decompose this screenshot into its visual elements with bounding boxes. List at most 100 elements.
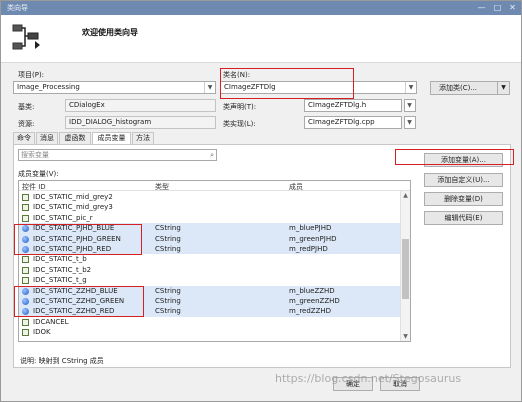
list-item[interactable]: IDC_STATIC_ZZHD_GREEN CString m_greenZZHD bbox=[19, 296, 400, 307]
member-variable-icon bbox=[22, 225, 29, 233]
control-id-cell: IDC_STATIC_mid_grey3 bbox=[33, 203, 113, 212]
base-class-label: 基类: bbox=[18, 103, 35, 111]
search-input[interactable]: 搜索变量 ⌕ bbox=[18, 149, 217, 161]
scroll-down-icon[interactable]: ▼ bbox=[401, 332, 410, 341]
column-header-type[interactable]: 类型 bbox=[155, 182, 169, 192]
list-item[interactable]: IDC_STATIC_PJHD_BLUE CString m_bluePJHD bbox=[19, 223, 400, 234]
type-cell: CString bbox=[155, 234, 181, 243]
type-cell: CString bbox=[155, 224, 181, 233]
member-variable-icon bbox=[22, 235, 29, 243]
class-impl-label: 类实现(L): bbox=[223, 120, 256, 128]
tab-virtual-functions[interactable]: 虚函数 bbox=[59, 132, 91, 144]
tab-commands[interactable]: 命令 bbox=[13, 132, 35, 144]
control-icon bbox=[22, 214, 29, 222]
control-id-cell: IDC_STATIC_ZZHD_RED bbox=[33, 307, 115, 316]
list-item[interactable]: IDC_STATIC_t_b2 bbox=[19, 265, 400, 275]
search-placeholder: 搜索变量 bbox=[21, 151, 49, 159]
control-id-cell: IDC_STATIC_PJHD_GREEN bbox=[33, 234, 121, 243]
control-id-cell: IDC_STATIC_PJHD_BLUE bbox=[33, 224, 115, 233]
add-class-label: 添加类(C)... bbox=[439, 84, 478, 92]
control-id-cell: IDC_STATIC_PJHD_RED bbox=[33, 245, 112, 253]
control-id-cell: IDC_STATIC_t_b bbox=[33, 255, 87, 264]
type-cell: CString bbox=[155, 307, 181, 316]
column-header-member[interactable]: 成员 bbox=[289, 182, 303, 192]
class-decl-dropdown[interactable]: ▼ bbox=[404, 99, 416, 112]
window-title: 类向导 bbox=[7, 4, 28, 12]
classname-value: CImageZFTDlg bbox=[224, 83, 276, 91]
control-icon bbox=[22, 256, 29, 264]
cancel-button[interactable]: 取消 bbox=[380, 377, 420, 391]
classname-combo[interactable]: CImageZFTDlg ▼ bbox=[220, 81, 417, 94]
class-decl-label: 类声明(T): bbox=[223, 103, 257, 111]
class-decl-field[interactable]: CImageZFTDlg.h bbox=[304, 99, 402, 112]
member-cell: m_redZZHD bbox=[289, 307, 332, 316]
control-id-cell: IDC_STATIC_ZZHD_BLUE bbox=[33, 286, 118, 295]
list-item[interactable]: IDC_STATIC_PJHD_RED CString m_redPJHD bbox=[19, 244, 400, 255]
column-header-id[interactable]: 控件 ID bbox=[22, 182, 46, 192]
chevron-down-icon[interactable]: ▼ bbox=[405, 117, 415, 128]
add-custom-button[interactable]: 添加自定义(U)... bbox=[424, 173, 503, 187]
list-item[interactable]: IDCANCEL bbox=[19, 317, 400, 327]
list-item[interactable]: IDC_STATIC_pic_r bbox=[19, 213, 400, 223]
control-icon bbox=[22, 194, 29, 201]
title-bar[interactable]: 类向导 — □ ✕ bbox=[1, 1, 521, 15]
list-item[interactable]: IDC_STATIC_t_b bbox=[19, 254, 400, 264]
control-icon bbox=[22, 329, 29, 337]
type-cell: CString bbox=[155, 245, 181, 253]
project-combo[interactable]: Image_Processing ▼ bbox=[13, 81, 216, 94]
chevron-down-icon[interactable]: ▼ bbox=[204, 82, 215, 93]
member-variable-icon bbox=[22, 298, 29, 305]
chevron-down-icon[interactable]: ▼ bbox=[405, 82, 416, 93]
add-variable-button[interactable]: 添加变量(A)... bbox=[424, 153, 503, 167]
control-icon bbox=[22, 277, 29, 285]
members-list[interactable]: 控件 ID 类型 成员 IDC_STATIC_mid_grey2 IDC_STAT… bbox=[18, 180, 411, 342]
wizard-header: 欢迎使用类向导 bbox=[1, 15, 521, 63]
scroll-thumb[interactable] bbox=[402, 239, 409, 299]
list-item[interactable]: IDC_STATIC_mid_grey2 bbox=[19, 192, 400, 202]
members-list-label: 成员变量(V): bbox=[18, 170, 59, 178]
vertical-scrollbar[interactable]: ▲ ▼ bbox=[400, 191, 410, 341]
type-cell: CString bbox=[155, 286, 181, 295]
class-wizard-icon bbox=[12, 24, 40, 50]
list-item[interactable]: IDC_STATIC_t_g bbox=[19, 275, 400, 285]
control-icon bbox=[22, 266, 29, 274]
tab-messages[interactable]: 消息 bbox=[36, 132, 58, 144]
resource-label: 资源: bbox=[18, 120, 35, 128]
edit-code-button[interactable]: 编辑代码(E) bbox=[424, 211, 503, 225]
control-id-cell: IDOK bbox=[33, 328, 51, 337]
delete-variable-button[interactable]: 删除变量(D) bbox=[424, 192, 503, 206]
member-cell: m_blueZZHD bbox=[289, 286, 335, 295]
class-impl-dropdown[interactable]: ▼ bbox=[404, 116, 416, 129]
maximize-button[interactable]: □ bbox=[491, 2, 504, 13]
list-item[interactable]: IDC_STATIC_ZZHD_RED CString m_redZZHD bbox=[19, 306, 400, 317]
chevron-down-icon[interactable]: ▼ bbox=[497, 82, 509, 94]
description-text: 说明: 映射到 CString 成员 bbox=[20, 357, 104, 365]
list-item[interactable]: IDOK bbox=[19, 327, 400, 337]
minimize-button[interactable]: — bbox=[475, 2, 488, 13]
list-item[interactable]: IDC_STATIC_mid_grey3 bbox=[19, 202, 400, 212]
project-label: 项目(P): bbox=[18, 71, 45, 79]
member-variable-icon bbox=[22, 246, 29, 253]
close-button[interactable]: ✕ bbox=[506, 2, 519, 13]
list-item[interactable]: IDC_STATIC_PJHD_GREEN CString m_greenPJHD bbox=[19, 233, 400, 244]
ok-button[interactable]: 确定 bbox=[333, 377, 373, 391]
control-icon bbox=[22, 318, 29, 326]
control-icon bbox=[22, 204, 29, 212]
chevron-down-icon[interactable]: ▼ bbox=[405, 100, 415, 111]
control-id-cell: IDC_STATIC_ZZHD_GREEN bbox=[33, 297, 125, 305]
tab-methods[interactable]: 方法 bbox=[132, 132, 154, 144]
member-cell: m_greenZZHD bbox=[289, 297, 340, 305]
scroll-up-icon[interactable]: ▲ bbox=[401, 191, 410, 200]
project-value: Image_Processing bbox=[17, 83, 80, 91]
control-id-cell: IDC_STATIC_t_b2 bbox=[33, 265, 92, 274]
member-cell: m_redPJHD bbox=[289, 245, 328, 253]
list-item[interactable]: IDC_STATIC_ZZHD_BLUE CString m_blueZZHD bbox=[19, 285, 400, 296]
add-class-button[interactable]: 添加类(C)... ▼ bbox=[430, 81, 510, 95]
type-cell: CString bbox=[155, 297, 181, 305]
base-class-field: CDialogEx bbox=[65, 99, 216, 112]
class-impl-field[interactable]: CImageZFTDlg.cpp bbox=[304, 116, 402, 129]
classname-label: 类名(N): bbox=[223, 71, 251, 79]
member-cell: m_bluePJHD bbox=[289, 224, 332, 233]
search-icon[interactable]: ⌕ bbox=[210, 150, 214, 160]
member-cell: m_greenPJHD bbox=[289, 234, 337, 243]
